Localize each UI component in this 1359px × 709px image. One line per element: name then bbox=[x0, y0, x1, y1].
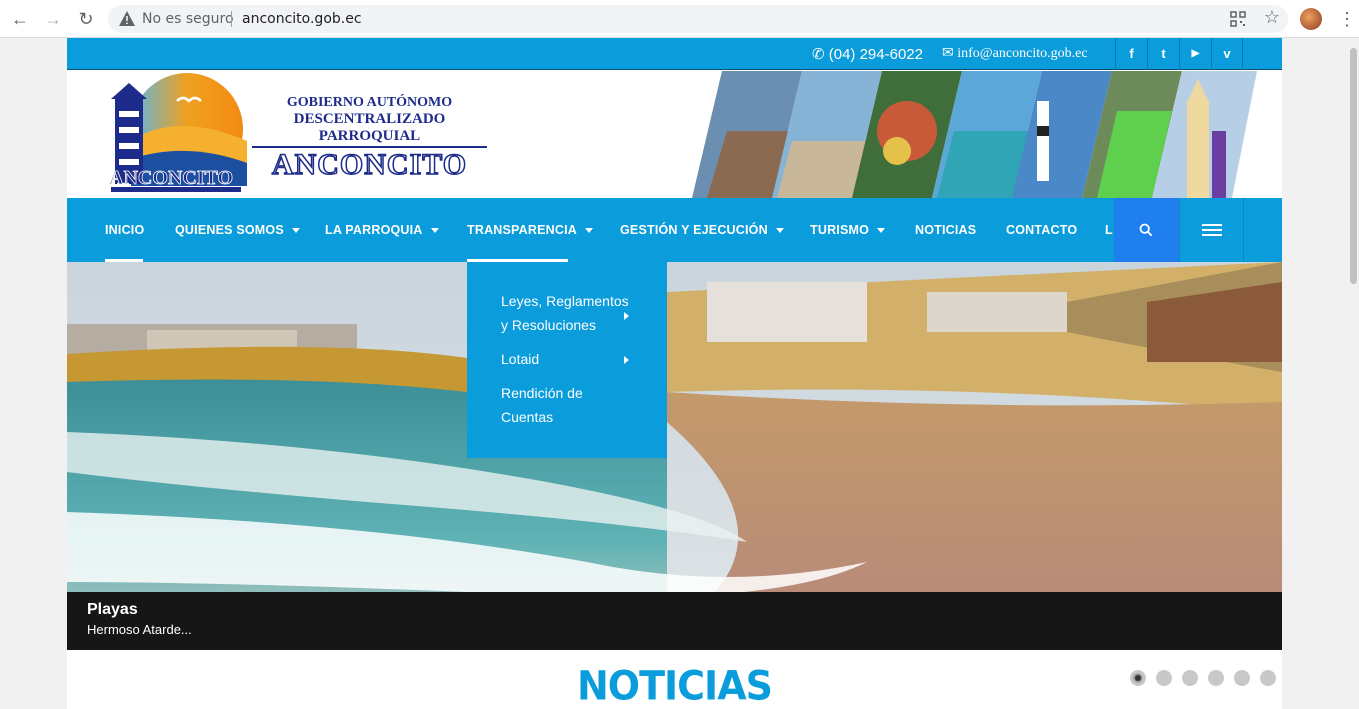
nav-noticias[interactable]: NOTICIAS bbox=[915, 198, 976, 262]
vimeo-icon[interactable]: v bbox=[1211, 38, 1243, 70]
title-line-2: DESCENTRALIZADO PARROQUIAL bbox=[252, 111, 487, 148]
browser-menu-icon[interactable]: ⋮ bbox=[1338, 8, 1356, 30]
facebook-icon[interactable]: f bbox=[1115, 38, 1147, 70]
nav-label: QUIENES SOMOS bbox=[175, 223, 284, 237]
email-contact[interactable]: ✉ info@anconcito.gob.ec bbox=[942, 45, 1088, 62]
title-line-3: ANCONCITO bbox=[271, 147, 468, 182]
nav-turismo[interactable]: TURISMO bbox=[810, 198, 886, 262]
nav-label: GESTIÓN Y EJECUCIÓN bbox=[620, 223, 768, 237]
slider-dot[interactable] bbox=[1130, 670, 1146, 686]
envelope-icon: ✉ bbox=[942, 45, 954, 61]
dropdown-item-lotaid[interactable]: Lotaid bbox=[501, 347, 539, 371]
forward-arrow-icon[interactable]: → bbox=[43, 9, 63, 29]
dropdown-item-label: Leyes, Reglamentos bbox=[501, 293, 629, 309]
nav-label: NOTICIAS bbox=[915, 223, 977, 237]
nav-transparencia[interactable]: TRANSPARENCIA bbox=[467, 198, 594, 262]
url-text[interactable]: anconcito.gob.ec bbox=[242, 11, 362, 27]
profile-avatar[interactable] bbox=[1300, 8, 1322, 30]
slider-dot[interactable] bbox=[1234, 670, 1250, 686]
page-scrollbar[interactable] bbox=[1348, 38, 1359, 709]
hamburger-menu-icon[interactable] bbox=[1179, 198, 1244, 262]
section-title-noticias: NOTICIAS bbox=[577, 662, 773, 709]
email-address: info@anconcito.gob.ec bbox=[957, 46, 1088, 61]
transparencia-dropdown: Leyes, Reglamentos y Resoluciones Lotaid… bbox=[467, 262, 667, 458]
slider-dot[interactable] bbox=[1260, 670, 1276, 686]
government-title: GOBIERNO AUTÓNOMO DESCENTRALIZADO PARROQ… bbox=[252, 95, 487, 182]
site-header: ANCONCITO GOBIERNO AUTÓNOMO DESCENTRALIZ… bbox=[67, 71, 1282, 198]
nav-label: INICIO bbox=[105, 223, 145, 237]
phone-contact[interactable]: ✆ (04) 294-6022 bbox=[812, 45, 923, 63]
dropdown-item-rendicion[interactable]: Rendición de Cuentas bbox=[501, 381, 583, 429]
search-icon bbox=[1139, 223, 1153, 237]
slide-subtitle: Hermoso Atarde... bbox=[87, 622, 192, 637]
page: ✆ (04) 294-6022 ✉ info@anconcito.gob.ec … bbox=[67, 38, 1282, 709]
dropdown-item-leyes[interactable]: Leyes, Reglamentos y Resoluciones bbox=[501, 289, 629, 337]
title-line-1: GOBIERNO AUTÓNOMO bbox=[286, 95, 453, 110]
nav-la-parroquia[interactable]: LA PARROQUIA bbox=[325, 198, 439, 262]
dropdown-item-label: y Resoluciones bbox=[501, 317, 596, 333]
security-label[interactable]: No es seguro bbox=[142, 11, 234, 27]
scrollbar-thumb[interactable] bbox=[1350, 48, 1357, 284]
slider-dot[interactable] bbox=[1156, 670, 1172, 686]
phone-number: (04) 294-6022 bbox=[828, 46, 923, 63]
dropdown-item-label: Cuentas bbox=[501, 409, 554, 425]
phone-icon: ✆ bbox=[812, 46, 825, 63]
nav-truncated-item[interactable]: L bbox=[1105, 198, 1113, 262]
address-bar[interactable]: No es seguro anconcito.gob.ec ☆ bbox=[108, 5, 1288, 33]
submenu-arrow-icon bbox=[624, 356, 629, 364]
qr-code-icon[interactable] bbox=[1230, 11, 1246, 27]
browser-toolbar: ← → ↻ No es seguro anconcito.gob.ec ☆ ⋮ bbox=[0, 0, 1359, 38]
reload-icon[interactable]: ↻ bbox=[76, 9, 96, 29]
hero-slider[interactable]: Playas Hermoso Atarde... bbox=[67, 262, 1282, 650]
slider-dot[interactable] bbox=[1208, 670, 1224, 686]
youtube-icon[interactable]: ▶ bbox=[1179, 38, 1211, 70]
header-photo-collage bbox=[692, 71, 1257, 198]
warning-icon bbox=[119, 11, 135, 26]
back-arrow-icon[interactable]: ← bbox=[10, 9, 30, 29]
nav-gestion-y-ejecucion[interactable]: GESTIÓN Y EJECUCIÓN bbox=[620, 198, 784, 262]
bookmark-star-icon[interactable]: ☆ bbox=[1264, 7, 1280, 28]
submenu-arrow-icon bbox=[624, 312, 629, 320]
slider-dot[interactable] bbox=[1182, 670, 1198, 686]
chevron-down-icon bbox=[585, 228, 594, 234]
anconcito-logo[interactable]: ANCONCITO bbox=[107, 71, 252, 198]
nav-quienes-somos[interactable]: QUIENES SOMOS bbox=[175, 198, 300, 262]
slide-title: Playas bbox=[87, 601, 138, 618]
nav-label: L bbox=[1105, 223, 1113, 237]
nav-label: LA PARROQUIA bbox=[325, 223, 423, 237]
chevron-down-icon bbox=[291, 228, 300, 234]
chevron-down-icon bbox=[877, 228, 886, 234]
dropdown-item-label: Lotaid bbox=[501, 351, 540, 367]
dropdown-item-label: Rendición de bbox=[501, 385, 583, 401]
chevron-down-icon bbox=[775, 228, 784, 234]
logo-wordmark: ANCONCITO bbox=[109, 167, 233, 189]
slide-caption: Playas Hermoso Atarde... bbox=[67, 592, 1282, 650]
nav-label: CONTACTO bbox=[1006, 223, 1078, 237]
main-navigation: INICIO QUIENES SOMOS LA PARROQUIA TRANSP… bbox=[67, 198, 1282, 262]
search-button[interactable] bbox=[1114, 198, 1179, 262]
nav-label: TURISMO bbox=[810, 223, 870, 237]
twitter-icon[interactable]: t bbox=[1147, 38, 1179, 70]
nav-label: TRANSPARENCIA bbox=[467, 223, 578, 237]
nav-contacto[interactable]: CONTACTO bbox=[1006, 198, 1077, 262]
chevron-down-icon bbox=[430, 228, 439, 234]
nav-inicio[interactable]: INICIO bbox=[105, 198, 144, 262]
divider bbox=[231, 11, 232, 27]
top-contact-bar: ✆ (04) 294-6022 ✉ info@anconcito.gob.ec … bbox=[67, 38, 1282, 70]
